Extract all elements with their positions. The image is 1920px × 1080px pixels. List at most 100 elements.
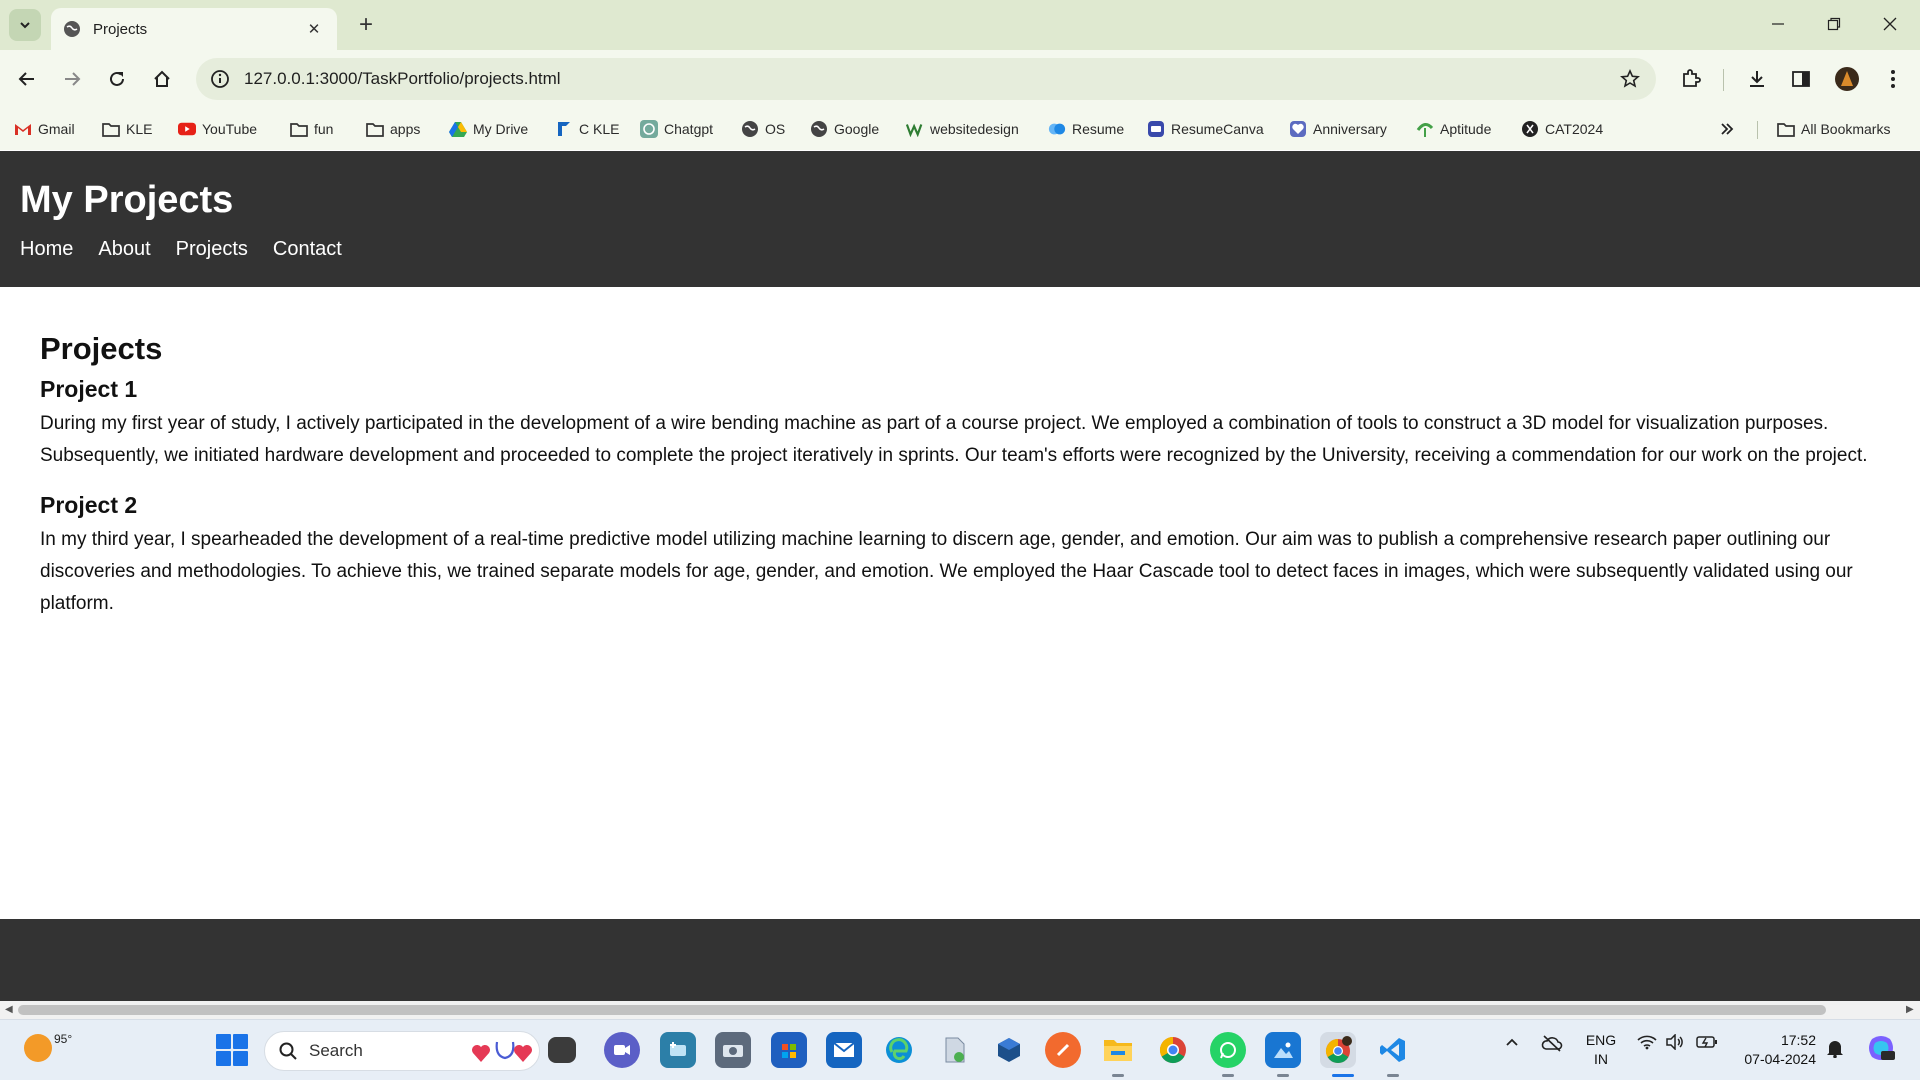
aptitude-icon xyxy=(1416,120,1434,138)
onedrive-icon[interactable] xyxy=(1541,1034,1563,1055)
drive-icon xyxy=(449,120,467,138)
bookmark-site-icon xyxy=(555,120,573,138)
virtualbox-icon[interactable] xyxy=(991,1032,1027,1068)
side-panel-button[interactable] xyxy=(1784,62,1818,96)
nav-link-home[interactable]: Home xyxy=(20,238,73,261)
bookmark-cat2024[interactable]: CAT2024 xyxy=(1521,116,1603,142)
info-icon[interactable] xyxy=(210,69,230,89)
projects-section: Projects Project 1 During my first year … xyxy=(40,331,1890,640)
bookmark-label: fun xyxy=(314,121,334,137)
show-hidden-icons-button[interactable] xyxy=(1504,1034,1520,1053)
bookmark-my-drive[interactable]: My Drive xyxy=(449,116,528,142)
edge-browser-icon[interactable] xyxy=(881,1032,917,1068)
all-bookmarks-button[interactable]: All Bookmarks xyxy=(1777,116,1890,142)
bookmark-chatgpt[interactable]: Chatgpt xyxy=(640,116,713,142)
bookmark-aptitude[interactable]: Aptitude xyxy=(1416,116,1491,142)
snipping-tool-icon[interactable] xyxy=(660,1032,696,1068)
bookmark-google[interactable]: Google xyxy=(810,116,879,142)
chrome-profile-icon[interactable] xyxy=(1320,1032,1356,1068)
toolbar-divider xyxy=(1723,69,1724,91)
extensions-button[interactable] xyxy=(1674,62,1708,96)
bookmark-label: Chatgpt xyxy=(664,121,714,137)
camera-icon[interactable] xyxy=(715,1032,751,1068)
scrollbar-thumb[interactable] xyxy=(18,1005,1826,1015)
system-clock[interactable]: 17:52 07-04-2024 xyxy=(1736,1031,1816,1069)
url-text[interactable]: 127.0.0.1:3000/TaskPortfolio/projects.ht… xyxy=(244,69,1612,89)
volume-icon[interactable] xyxy=(1665,1033,1685,1053)
home-button[interactable] xyxy=(145,62,179,96)
nav-link-about[interactable]: About xyxy=(98,238,150,261)
postman-icon[interactable] xyxy=(1045,1032,1081,1068)
bookmark-resume[interactable]: Resume xyxy=(1048,116,1124,142)
bookmark-c-kle[interactable]: C KLE xyxy=(555,116,619,142)
double-chevron-right-icon xyxy=(1718,120,1736,138)
folder-icon xyxy=(290,120,308,138)
start-button[interactable] xyxy=(216,1034,248,1066)
task-view-icon[interactable] xyxy=(548,1037,576,1063)
bookmark-resumecanva[interactable]: ResumeCanva xyxy=(1147,116,1264,142)
clock-time: 17:52 xyxy=(1780,1032,1816,1048)
search-placeholder: Search xyxy=(309,1041,363,1060)
bookmark-websitedesign[interactable]: websitedesign xyxy=(906,116,1019,142)
bookmark-label: apps xyxy=(390,121,421,137)
nav-link-contact[interactable]: Contact xyxy=(273,238,342,261)
bookmark-fun[interactable]: fun xyxy=(290,116,333,142)
bookmark-youtube[interactable]: YouTube xyxy=(178,116,257,142)
chatgpt-icon xyxy=(640,120,658,138)
file-explorer-icon[interactable] xyxy=(1100,1032,1136,1068)
active-tab[interactable]: Projects ✕ xyxy=(51,8,337,50)
horizontal-scrollbar[interactable]: ◀ ▶ xyxy=(0,1001,1920,1019)
minimize-button[interactable] xyxy=(1750,0,1806,48)
browser-toolbar: 127.0.0.1:3000/TaskPortfolio/projects.ht… xyxy=(0,50,1920,108)
folder-icon xyxy=(102,120,120,138)
close-window-button[interactable] xyxy=(1862,0,1918,48)
bookmark-gmail[interactable]: Gmail xyxy=(14,116,75,142)
microsoft-store-icon[interactable] xyxy=(771,1032,807,1068)
bookmark-anniversary[interactable]: Anniversary xyxy=(1289,116,1387,142)
canva-icon xyxy=(1147,120,1165,138)
notification-bell-icon[interactable] xyxy=(1826,1038,1844,1061)
bookmark-kle[interactable]: KLE xyxy=(102,116,152,142)
arrow-left-icon xyxy=(18,72,34,86)
profile-avatar[interactable] xyxy=(1830,62,1864,96)
bookmark-star-button[interactable] xyxy=(1612,61,1648,97)
language-indicator[interactable]: ENG IN xyxy=(1584,1031,1618,1069)
bookmark-label: YouTube xyxy=(202,121,258,137)
chrome-icon[interactable] xyxy=(1155,1032,1191,1068)
photos-icon[interactable] xyxy=(1265,1032,1301,1068)
nav-link-projects[interactable]: Projects xyxy=(176,238,248,261)
teams-chat-icon[interactable] xyxy=(604,1032,640,1068)
scroll-right-icon[interactable]: ▶ xyxy=(1906,1004,1914,1015)
back-button[interactable] xyxy=(10,62,44,96)
whatsapp-icon[interactable] xyxy=(1210,1032,1246,1068)
project-title: Project 2 xyxy=(40,492,138,518)
menu-button[interactable] xyxy=(1876,62,1910,96)
bookmarks-overflow-button[interactable] xyxy=(1718,116,1742,142)
scroll-left-icon[interactable]: ◀ xyxy=(5,1004,13,1015)
close-icon[interactable]: ✕ xyxy=(303,18,325,40)
gmail-icon xyxy=(14,120,32,138)
copilot-icon[interactable] xyxy=(1866,1033,1896,1066)
weather-widget[interactable]: 95° xyxy=(24,1032,72,1062)
tab-search-button[interactable] xyxy=(9,9,41,41)
forward-button[interactable] xyxy=(55,62,89,96)
address-bar[interactable]: 127.0.0.1:3000/TaskPortfolio/projects.ht… xyxy=(196,58,1656,100)
mail-icon[interactable] xyxy=(826,1032,862,1068)
vscode-icon[interactable] xyxy=(1375,1032,1411,1068)
globe-icon xyxy=(741,120,759,138)
bookmark-label: Google xyxy=(834,121,880,137)
taskbar-search[interactable]: Search xyxy=(264,1031,540,1071)
wifi-icon[interactable] xyxy=(1637,1034,1657,1053)
bookmark-label: Anniversary xyxy=(1313,121,1387,137)
restore-button[interactable] xyxy=(1806,0,1862,48)
bookmark-os[interactable]: OS xyxy=(741,116,785,142)
downloads-button[interactable] xyxy=(1740,62,1774,96)
restore-icon xyxy=(1827,17,1841,31)
new-tab-button[interactable]: + xyxy=(352,11,380,39)
bookmark-apps[interactable]: apps xyxy=(366,116,420,142)
reload-button[interactable] xyxy=(100,62,134,96)
battery-icon[interactable] xyxy=(1696,1034,1718,1053)
file-shield-icon[interactable] xyxy=(936,1032,972,1068)
star-icon xyxy=(1620,69,1640,88)
reload-icon xyxy=(110,71,124,86)
